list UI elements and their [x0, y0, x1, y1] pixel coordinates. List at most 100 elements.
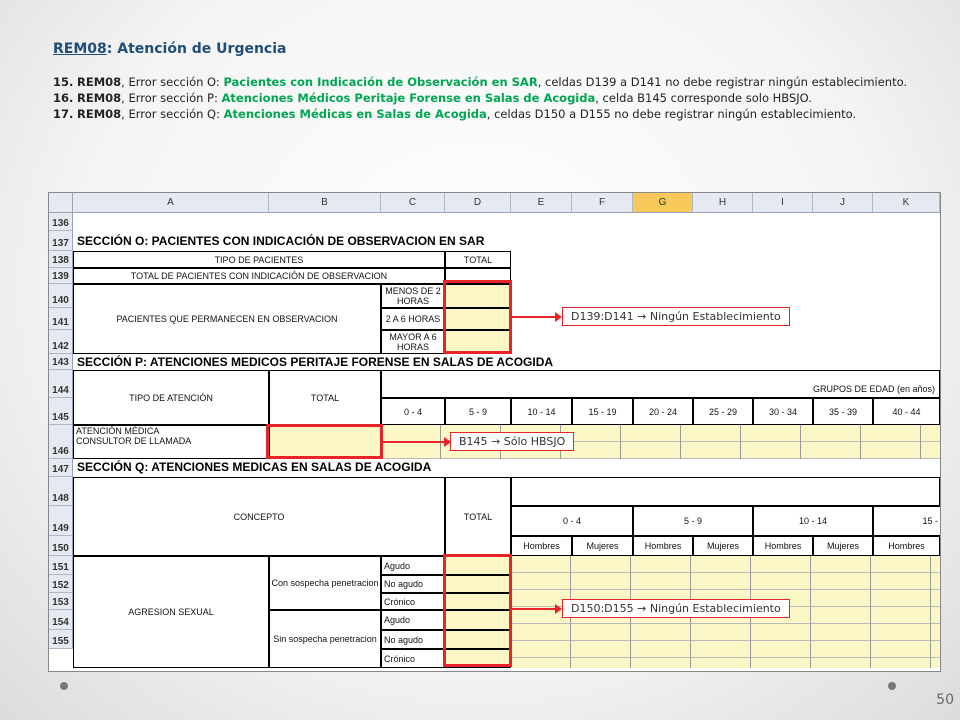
- sex-header: Mujeres: [693, 536, 753, 556]
- sex-header: Mujeres: [572, 536, 633, 556]
- note-text: , Error sección Q:: [121, 107, 224, 121]
- note-code: REM08: [77, 107, 122, 121]
- row-header[interactable]: 140: [49, 284, 73, 308]
- column-header-i[interactable]: I: [753, 193, 813, 213]
- column-header-h[interactable]: H: [693, 193, 753, 213]
- row-header[interactable]: 147: [49, 459, 73, 477]
- sex-header: Hombres: [873, 536, 940, 556]
- row-header[interactable]: 137: [49, 231, 73, 251]
- row-header[interactable]: 152: [49, 575, 73, 593]
- row-header[interactable]: 148: [49, 477, 73, 506]
- arrow-icon: [383, 437, 451, 447]
- age-group-header-q: 5 - 9: [633, 506, 753, 536]
- sex-header: Mujeres: [813, 536, 873, 556]
- column-header-e[interactable]: E: [511, 193, 572, 213]
- total-pacientes-label: TOTAL DE PACIENTES CON INDICACIÓN DE OBS…: [73, 268, 445, 284]
- tipo-label: Crónico: [381, 649, 445, 668]
- note-item: 15. REM08, Error sección O: Pacientes con…: [53, 74, 923, 90]
- row-header[interactable]: 149: [49, 506, 73, 536]
- row-header[interactable]: 154: [49, 610, 73, 630]
- note-section: Atenciones Médicos Peritaje Forense en S…: [221, 91, 596, 105]
- tipo-label: Agudo: [381, 556, 445, 575]
- row-header[interactable]: 141: [49, 308, 73, 330]
- tipo-label: Agudo: [381, 610, 445, 630]
- age-group-header: 20 - 24: [633, 398, 693, 425]
- callout-d139: D139:D141 → Ningún Establecimiento: [562, 307, 790, 326]
- row-header[interactable]: 138: [49, 251, 73, 268]
- age-group-header-q: 0 - 4: [511, 506, 633, 536]
- note-text: , celdas D139 a D141 no debe registrar n…: [537, 75, 908, 89]
- total-header-p: TOTAL: [269, 370, 381, 425]
- title-rest: : Atención de Urgencia: [106, 41, 287, 57]
- permanecen-label: PACIENTES QUE PERMANECEN EN OBSERVACION: [73, 284, 381, 354]
- menos-2-horas-label: MENOS DE 2 HORAS: [381, 284, 445, 308]
- note-number: 17.: [53, 107, 74, 121]
- column-header-j[interactable]: J: [813, 193, 873, 213]
- tipo-label: Crónico: [381, 593, 445, 610]
- error-notes: 15. REM08, Error sección O: Pacientes con…: [53, 74, 923, 122]
- note-text: , celdas D150 a D155 no debe registrar n…: [486, 107, 857, 121]
- decorative-dot-icon: [60, 682, 68, 690]
- row-header[interactable]: 146: [49, 425, 73, 459]
- column-header-c[interactable]: C: [381, 193, 445, 213]
- sin-sospecha-label: Sin sospecha penetracion: [269, 610, 381, 668]
- tipo-label: No agudo: [381, 630, 445, 649]
- row-header[interactable]: 144: [49, 370, 73, 398]
- row-header[interactable]: 142: [49, 330, 73, 354]
- row-header[interactable]: 145: [49, 398, 73, 425]
- con-sospecha-label: Con sospecha penetracion: [269, 556, 381, 610]
- 2-6-horas-label: 2 A 6 HORAS: [381, 308, 445, 330]
- slide-title: REM08: Atención de Urgencia: [53, 41, 286, 57]
- callout-d150: D150:D155 → Ningún Establecimiento: [562, 599, 790, 618]
- rem08-link[interactable]: REM08: [53, 41, 107, 57]
- note-text: , Error sección O:: [121, 75, 224, 89]
- column-header-d[interactable]: D: [445, 193, 511, 213]
- decorative-dot-icon: [888, 682, 896, 690]
- age-group-header: 40 - 44: [873, 398, 940, 425]
- age-group-header: 30 - 34: [753, 398, 813, 425]
- column-header-g[interactable]: G: [633, 193, 693, 213]
- column-header-b[interactable]: B: [269, 193, 381, 213]
- row-header[interactable]: 150: [49, 536, 73, 556]
- note-section: Atenciones Médicas en Salas de Acogida: [223, 107, 487, 121]
- note-code: REM08: [77, 91, 122, 105]
- column-header-a[interactable]: A: [73, 193, 269, 213]
- note-section: Pacientes con Indicación de Observación …: [223, 75, 538, 89]
- row-header[interactable]: 136: [49, 213, 73, 231]
- mayor-6-horas-label: MAYOR A 6 HORAS: [381, 330, 445, 354]
- consultor-llamada-line: CONSULTOR DE LLAMADA: [76, 436, 192, 446]
- age-group-header: 15 - 19: [572, 398, 633, 425]
- select-all-corner[interactable]: [49, 193, 73, 213]
- row-header[interactable]: 139: [49, 268, 73, 284]
- section-p-title: SECCIÓN P: ATENCIONES MEDICOS PERITAJE F…: [77, 355, 554, 369]
- sex-header: Hombres: [633, 536, 693, 556]
- column-header-k[interactable]: K: [873, 193, 940, 213]
- highlight-d150-d155: [443, 554, 512, 667]
- section-o-title: SECCIÓN O: PACIENTES CON INDICACIÓN DE O…: [77, 234, 485, 248]
- tipo-label: No agudo: [381, 575, 445, 593]
- section-q-title: SECCIÓN Q: ATENCIONES MEDICAS EN SALAS D…: [77, 460, 432, 474]
- groups-blank-q: [511, 477, 940, 506]
- atencion-medica-label: ATENCIÓN MÉDICA CONSULTOR DE LLAMADA: [73, 425, 269, 459]
- grupos-edad-header: GRUPOS DE EDAD (en años): [381, 370, 940, 398]
- age-group-header: 10 - 14: [511, 398, 572, 425]
- note-code: REM08: [77, 75, 122, 89]
- age-group-header: 25 - 29: [693, 398, 753, 425]
- age-group-header: 35 - 39: [813, 398, 873, 425]
- note-item: 16. REM08, Error sección P: Atenciones Mé…: [53, 90, 923, 106]
- row-header[interactable]: 143: [49, 354, 73, 370]
- agresion-sexual-label: AGRESION SEXUAL: [73, 556, 269, 668]
- arrow-icon: [512, 604, 562, 614]
- row-header[interactable]: 151: [49, 556, 73, 575]
- row-header[interactable]: 153: [49, 593, 73, 610]
- total-header-q: TOTAL: [445, 477, 511, 556]
- highlight-d139-d141: [443, 280, 512, 354]
- arrow-icon: [512, 312, 562, 322]
- column-header-f[interactable]: F: [572, 193, 633, 213]
- note-number: 16.: [53, 91, 74, 105]
- atencion-medica-line: ATENCIÓN MÉDICA: [76, 426, 160, 436]
- total-header-o: TOTAL: [445, 251, 511, 268]
- note-text: , Error sección P:: [121, 91, 222, 105]
- row-header[interactable]: 155: [49, 630, 73, 649]
- highlight-b145: [266, 424, 383, 459]
